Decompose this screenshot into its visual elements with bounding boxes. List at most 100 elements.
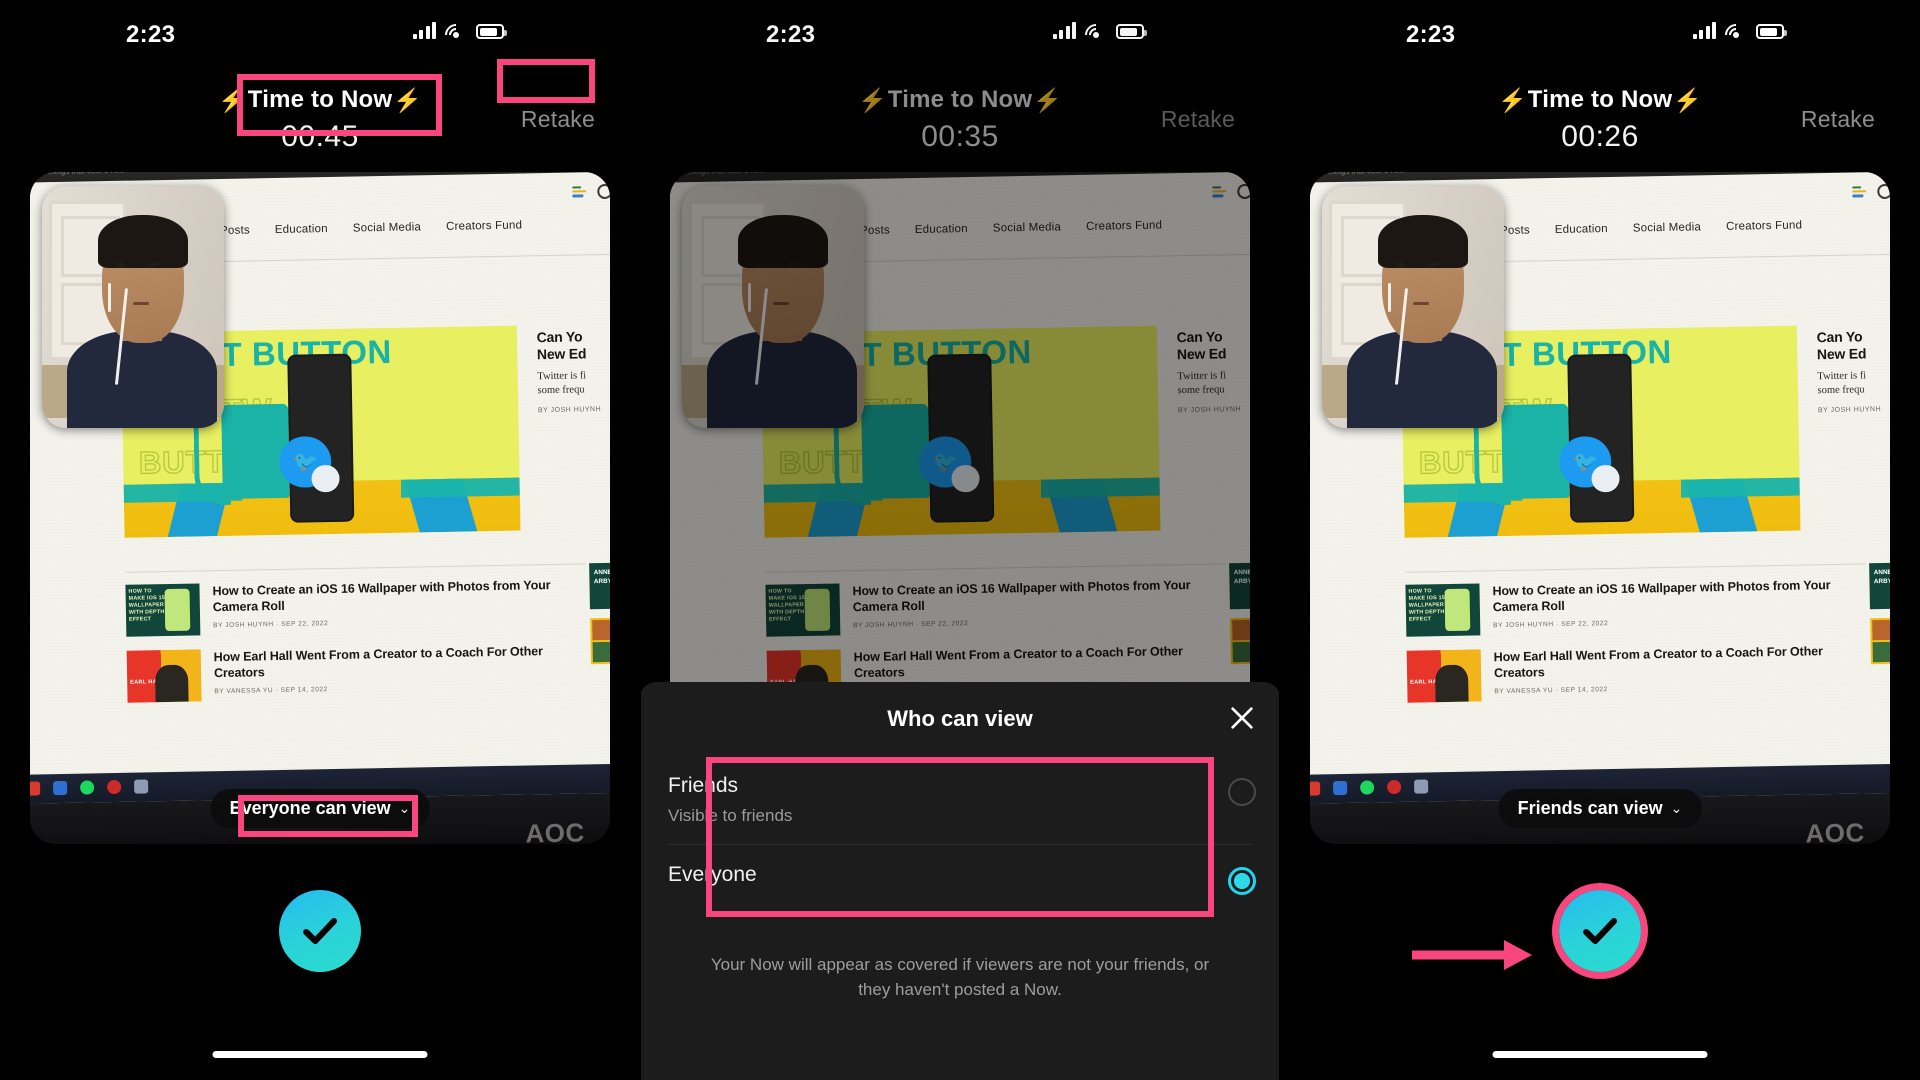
right-card-label-0-2: ANNESIA ARBY [1233, 569, 1250, 586]
article-byline-0: BY JOSH HUYNH · SEP 22, 2022 [212, 620, 329, 630]
status-bar-3: 2:23 [1280, 18, 1920, 52]
pip-mouth [133, 302, 149, 306]
time-to-now-text-1: Time to Now [247, 86, 393, 113]
article-row-1-3: EARL HALL How Earl Hall Went From a Crea… [1406, 643, 1868, 704]
capture-header-3: ⚡ Time to Now ⚡ 00:26 Retake [1280, 60, 1920, 153]
site-nav-divider-2 [785, 253, 1250, 264]
status-bar: 2:23 [0, 18, 640, 52]
home-indicator-1[interactable] [212, 1051, 428, 1058]
panel-divider-2 [1279, 0, 1281, 1080]
pip-mouth-2 [773, 302, 789, 306]
cat-illustration-2 [860, 404, 931, 500]
right-card-column-3: ANNESIA ARBY [1869, 562, 1890, 674]
retake-button-3[interactable]: Retake [1801, 106, 1875, 133]
article-thumbnail-0-2: HOW TO MAKE IOS 15 WALLPAPER WITH DEPTH EFFE… [765, 583, 841, 638]
confirm-post-button-1[interactable] [279, 890, 361, 972]
pip-eye-right [149, 262, 159, 267]
site-nav-item-3: Creators Fund [445, 219, 523, 233]
radio-unselected-icon[interactable] [1228, 778, 1256, 806]
audience-option-friends[interactable]: Friends Visible to friends [640, 756, 1280, 844]
thumb-person-shape-3 [1434, 664, 1468, 703]
status-bar-indicators-3 [1692, 19, 1787, 51]
close-icon[interactable] [1228, 704, 1256, 732]
search-icon-3 [1876, 183, 1890, 199]
thumb-phone-shape-3 [1444, 589, 1471, 632]
browser-tab-label-3: things that cost 1 now [1328, 172, 1406, 176]
cat-illustration [220, 404, 291, 500]
article-byline-0-2: BY JOSH HUYNH · SEP 22, 2022 [852, 620, 969, 630]
article-row-0-2: HOW TO MAKE IOS 15 WALLPAPER WITH DEPTH EFFE… [765, 577, 1227, 638]
article-byline-1: BY VANESSA YU · SEP 14, 2022 [214, 686, 328, 696]
site-nav-3: All Posts Education Social Media Creator… [1483, 219, 1802, 237]
time-to-now-block-2: ⚡ Time to Now ⚡ 00:35 [858, 86, 1062, 154]
site-nav-item-3-2: Creators Fund [1085, 219, 1163, 233]
time-to-now-block-3: ⚡ Time to Now ⚡ 00:26 [1498, 86, 1702, 154]
article-list-divider [124, 563, 587, 574]
hero-graphic-2: EDIT TW BUTTON BUTTONS WEET BUTTON 🐦 [760, 326, 1161, 539]
pip-brow-right-3 [1425, 252, 1439, 256]
menu-bars-icon [571, 186, 586, 198]
pip-torso-3 [1347, 331, 1497, 428]
article-thumbnail-0: HOW TO MAKE IOS 15 WALLPAPER WITH DEPTH EFFE… [125, 583, 201, 638]
captured-media-1[interactable]: ··· things that cost 1 now All Posts Edu… [30, 172, 610, 844]
hero-ghost-1-2: BUTTON [778, 443, 915, 482]
pip-eye-left-3 [1396, 263, 1406, 268]
view-audience-pill-3[interactable]: Friends can view ⌄ [1498, 789, 1702, 828]
captured-media-3[interactable]: ··· things that cost 1 now All Posts Edu… [1310, 172, 1890, 844]
pip-door-2 [689, 200, 766, 361]
pip-brow-left [112, 253, 126, 257]
confirm-post-button-3[interactable] [1559, 890, 1641, 972]
right-card-0-3: ANNESIA ARBY [1869, 562, 1890, 610]
menu-bars-icon-2 [1211, 186, 1226, 198]
article-thumb-text-0: HOW TO MAKE IOS 15 WALLPAPER WITH DEPTH EFFE… [128, 588, 165, 623]
thumb-phone-shape [164, 589, 191, 632]
article-thumbnail-1: EARL HALL [126, 649, 202, 704]
site-nav-item-2: Social Media [352, 221, 421, 235]
chevron-down-icon-1: ⌄ [398, 800, 411, 816]
cat-illustration-3 [1500, 404, 1571, 500]
who-can-view-sheet: Who can view Friends Visible to friends … [640, 682, 1280, 1080]
audience-option-everyone[interactable]: Everyone [640, 845, 1280, 927]
tab-square-icon-2 [672, 172, 682, 176]
chevron-down-icon-3: ⌄ [1670, 800, 1683, 816]
site-nav-2: All Posts Education Social Media Creator… [843, 219, 1162, 237]
pip-hair [98, 215, 188, 269]
sheet-header: Who can view [640, 682, 1280, 756]
wifi-icon [440, 19, 472, 51]
pip-eye-right-2 [789, 262, 799, 267]
capture-header-2: ⚡ Time to Now ⚡ 00:35 Retake [640, 60, 1280, 153]
radio-selected-icon[interactable] [1228, 867, 1256, 895]
battery-icon-3 [1756, 24, 1787, 39]
article-row-1: EARL HALL How Earl Hall Went From a Crea… [126, 643, 588, 704]
selfie-pip-2[interactable] [682, 186, 864, 428]
article-title-1-3: How Earl Hall Went From a Creator to a C… [1493, 644, 1823, 681]
retake-button-2[interactable]: Retake [1161, 106, 1235, 133]
pip-earphone-cord-2b [755, 287, 769, 385]
selfie-pip-3[interactable] [1322, 186, 1504, 428]
article-thumbnail-1-3: EARL HALL [1406, 649, 1482, 704]
article-text-1: How Earl Hall Went From a Creator to a C… [213, 643, 588, 702]
monitor-brand-logo-3: AOC [1804, 817, 1865, 844]
selfie-pip-1[interactable] [42, 186, 224, 428]
pip-chair-2 [682, 365, 864, 419]
tab-square-icon-3 [1312, 172, 1322, 176]
cellular-bars-icon [412, 22, 436, 39]
cellular-bars-icon-2 [1052, 22, 1076, 39]
retake-button-1[interactable]: Retake [521, 106, 595, 133]
article-thumb-text-0-3: HOW TO MAKE IOS 15 WALLPAPER WITH DEPTH EFFE… [1408, 588, 1445, 623]
article-list-divider-2 [764, 563, 1227, 574]
article-byline-1-3: BY VANESSA YU · SEP 14, 2022 [1494, 686, 1608, 696]
side-article-byline: BY JOSH HUYNH [537, 406, 602, 415]
home-indicator-3[interactable] [1492, 1051, 1708, 1058]
status-bar-clock-2: 2:23 [766, 21, 816, 48]
pip-background-3 [1322, 186, 1504, 428]
status-bar-clock-3: 2:23 [1406, 21, 1456, 48]
article-text-0-3: How to Create an iOS 16 Wallpaper with P… [1492, 577, 1867, 636]
pip-eye-left-2 [756, 263, 766, 268]
view-audience-pill-1[interactable]: Everyone can view ⌄ [210, 789, 430, 828]
side-article-body-2: Twitter is fi some frequ [1177, 370, 1227, 397]
checkmark-icon-1 [303, 917, 338, 945]
side-article-body-3: Twitter is fi some frequ [1817, 370, 1867, 397]
thumb-person-shape [154, 664, 188, 703]
hero-ghost-0-2: EDIT TW [777, 391, 913, 430]
